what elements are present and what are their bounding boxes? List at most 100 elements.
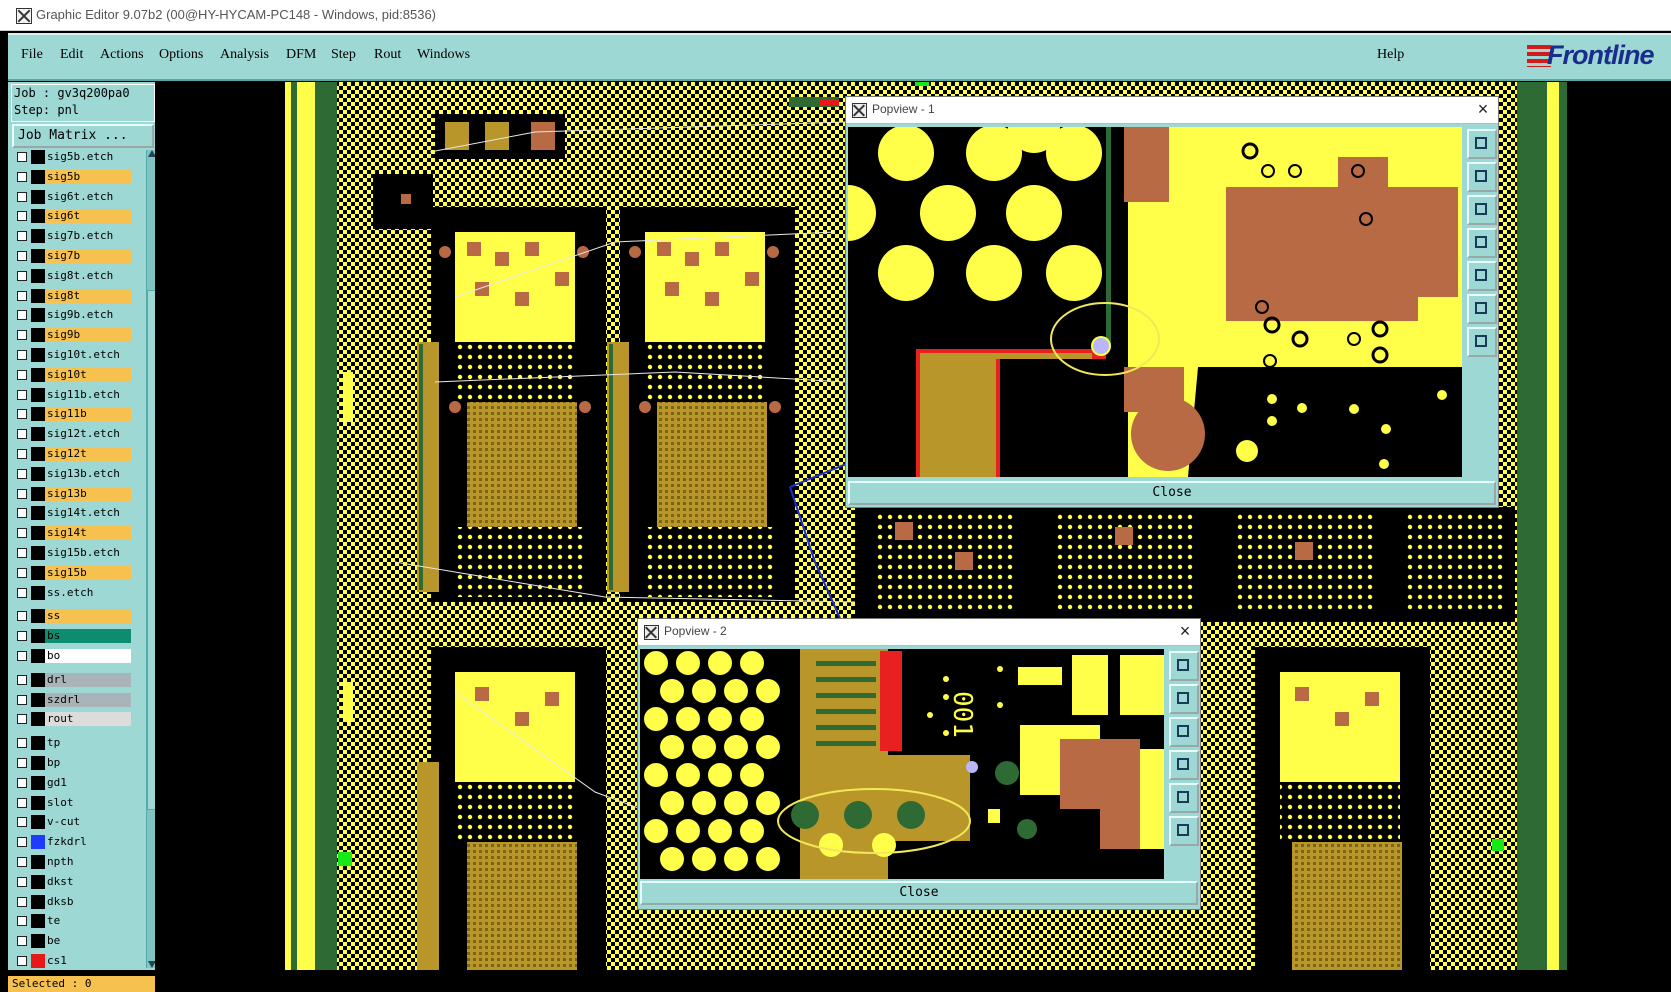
layer-checkbox[interactable] — [17, 797, 27, 808]
popview-1-pan-left-button[interactable] — [1467, 228, 1497, 258]
layer-color-swatch[interactable] — [31, 585, 45, 600]
layer-color-swatch[interactable] — [31, 447, 45, 461]
layer-name[interactable]: sig15b — [45, 565, 131, 580]
popview-2-zoom-in-button[interactable] — [1169, 816, 1199, 846]
layer-checkbox[interactable] — [17, 548, 27, 558]
layer-row[interactable]: sig6t.etch — [14, 189, 131, 204]
layer-color-swatch[interactable] — [31, 835, 45, 850]
layer-row[interactable]: sig14t.etch — [14, 506, 131, 521]
menu-file[interactable]: File — [21, 47, 43, 63]
popview-2-fit-button[interactable] — [1169, 651, 1199, 681]
layer-name[interactable]: dksb — [45, 894, 131, 909]
layer-checkbox[interactable] — [17, 171, 27, 182]
layer-checkbox[interactable] — [17, 714, 27, 725]
layer-checkbox[interactable] — [17, 152, 27, 162]
layer-color-swatch[interactable] — [31, 736, 45, 751]
layer-checkbox[interactable] — [17, 777, 27, 788]
layer-color-swatch[interactable] — [31, 565, 45, 580]
layer-name[interactable]: sig15b.etch — [45, 546, 131, 560]
layer-row[interactable]: sig15b.etch — [14, 546, 131, 560]
layer-color-swatch[interactable] — [31, 348, 45, 362]
layer-checkbox[interactable] — [17, 611, 27, 622]
layer-color-swatch[interactable] — [31, 407, 45, 422]
layer-row[interactable]: tp — [14, 736, 131, 751]
layer-color-swatch[interactable] — [31, 629, 45, 644]
popview-1-fit-button[interactable] — [1467, 129, 1497, 159]
menu-edit[interactable]: Edit — [60, 47, 83, 63]
layer-color-swatch[interactable] — [31, 526, 45, 541]
layer-checkbox[interactable] — [17, 369, 27, 380]
layer-checkbox[interactable] — [17, 587, 27, 598]
layer-row[interactable]: te — [14, 914, 131, 929]
layer-name[interactable]: dkst — [45, 874, 131, 889]
layer-name[interactable]: sig5b — [45, 169, 131, 184]
menu-help[interactable]: Help — [1377, 47, 1404, 63]
layer-name[interactable]: npth — [45, 855, 131, 869]
layer-checkbox[interactable] — [17, 694, 27, 705]
layer-row[interactable]: sig9b.etch — [14, 308, 131, 323]
layer-color-swatch[interactable] — [31, 712, 45, 727]
layer-checkbox[interactable] — [17, 916, 27, 927]
layer-row[interactable]: dkst — [14, 874, 131, 889]
layer-color-swatch[interactable] — [31, 229, 45, 244]
layer-checkbox[interactable] — [17, 936, 27, 947]
layer-color-swatch[interactable] — [31, 387, 45, 402]
layer-name[interactable]: sig13b — [45, 486, 131, 501]
job-matrix-button[interactable]: Job Matrix ... — [12, 124, 154, 148]
layer-name[interactable]: ss.etch — [45, 585, 131, 600]
layer-color-swatch[interactable] — [31, 367, 45, 382]
layer-name[interactable]: drl — [45, 672, 131, 687]
layer-color-swatch[interactable] — [31, 894, 45, 909]
layer-color-swatch[interactable] — [31, 815, 45, 830]
popview-2-pan-right-button[interactable] — [1169, 783, 1199, 813]
layer-row[interactable]: sig5b — [14, 169, 131, 184]
layer-checkbox[interactable] — [17, 674, 27, 685]
layer-row[interactable]: sig7b — [14, 249, 131, 263]
layer-name[interactable]: sig7b.etch — [45, 229, 131, 244]
layer-name[interactable]: sig13b.etch — [45, 466, 131, 481]
layer-color-swatch[interactable] — [31, 756, 45, 770]
layer-color-swatch[interactable] — [31, 169, 45, 184]
layer-color-swatch[interactable] — [31, 288, 45, 303]
layer-color-swatch[interactable] — [31, 486, 45, 501]
layer-name[interactable]: sig12t.etch — [45, 427, 131, 442]
layer-color-swatch[interactable] — [31, 934, 45, 949]
layer-row[interactable]: sig8t — [14, 288, 131, 303]
layer-checkbox[interactable] — [17, 211, 27, 222]
layer-row[interactable]: ss.etch — [14, 585, 131, 600]
layer-name[interactable]: sig7b — [45, 249, 131, 263]
layer-color-swatch[interactable] — [31, 954, 45, 968]
layer-name[interactable]: sig10t.etch — [45, 348, 131, 362]
layer-name[interactable]: sig14t — [45, 526, 131, 541]
layer-color-swatch[interactable] — [31, 328, 45, 343]
layer-checkbox[interactable] — [17, 956, 27, 966]
layer-checkbox[interactable] — [17, 857, 27, 867]
layer-name[interactable]: slot — [45, 795, 131, 810]
layer-checkbox[interactable] — [17, 270, 27, 281]
layer-name[interactable]: bp — [45, 756, 131, 770]
close-icon[interactable]: × — [1474, 100, 1492, 118]
layer-row[interactable]: bp — [14, 756, 131, 770]
layer-color-swatch[interactable] — [31, 672, 45, 687]
layer-row[interactable]: sig8t.etch — [14, 268, 131, 283]
layer-checkbox[interactable] — [17, 468, 27, 479]
layer-name[interactable]: sig11b — [45, 407, 131, 422]
close-icon[interactable]: × — [1176, 622, 1194, 640]
layer-row[interactable]: sig11b — [14, 407, 131, 422]
layer-row[interactable]: sig6t — [14, 209, 131, 224]
layer-name[interactable]: sig9b.etch — [45, 308, 131, 323]
layer-row[interactable]: bs — [14, 629, 131, 644]
layer-row[interactable]: dksb — [14, 894, 131, 909]
layer-color-swatch[interactable] — [31, 466, 45, 481]
layer-color-swatch[interactable] — [31, 649, 45, 663]
layer-color-swatch[interactable] — [31, 775, 45, 790]
layer-checkbox[interactable] — [17, 488, 27, 499]
layer-name[interactable]: sig8t — [45, 288, 131, 303]
popview-2-titlebar[interactable]: Popview - 2 × — [638, 619, 1200, 646]
layer-row[interactable]: sig12t — [14, 447, 131, 461]
layer-name[interactable]: ss — [45, 609, 131, 624]
layer-checkbox[interactable] — [17, 567, 27, 578]
layer-row[interactable]: sig5b.etch — [14, 150, 131, 164]
layer-checkbox[interactable] — [17, 330, 27, 341]
popview-1-zoom-out-button[interactable] — [1467, 327, 1497, 357]
